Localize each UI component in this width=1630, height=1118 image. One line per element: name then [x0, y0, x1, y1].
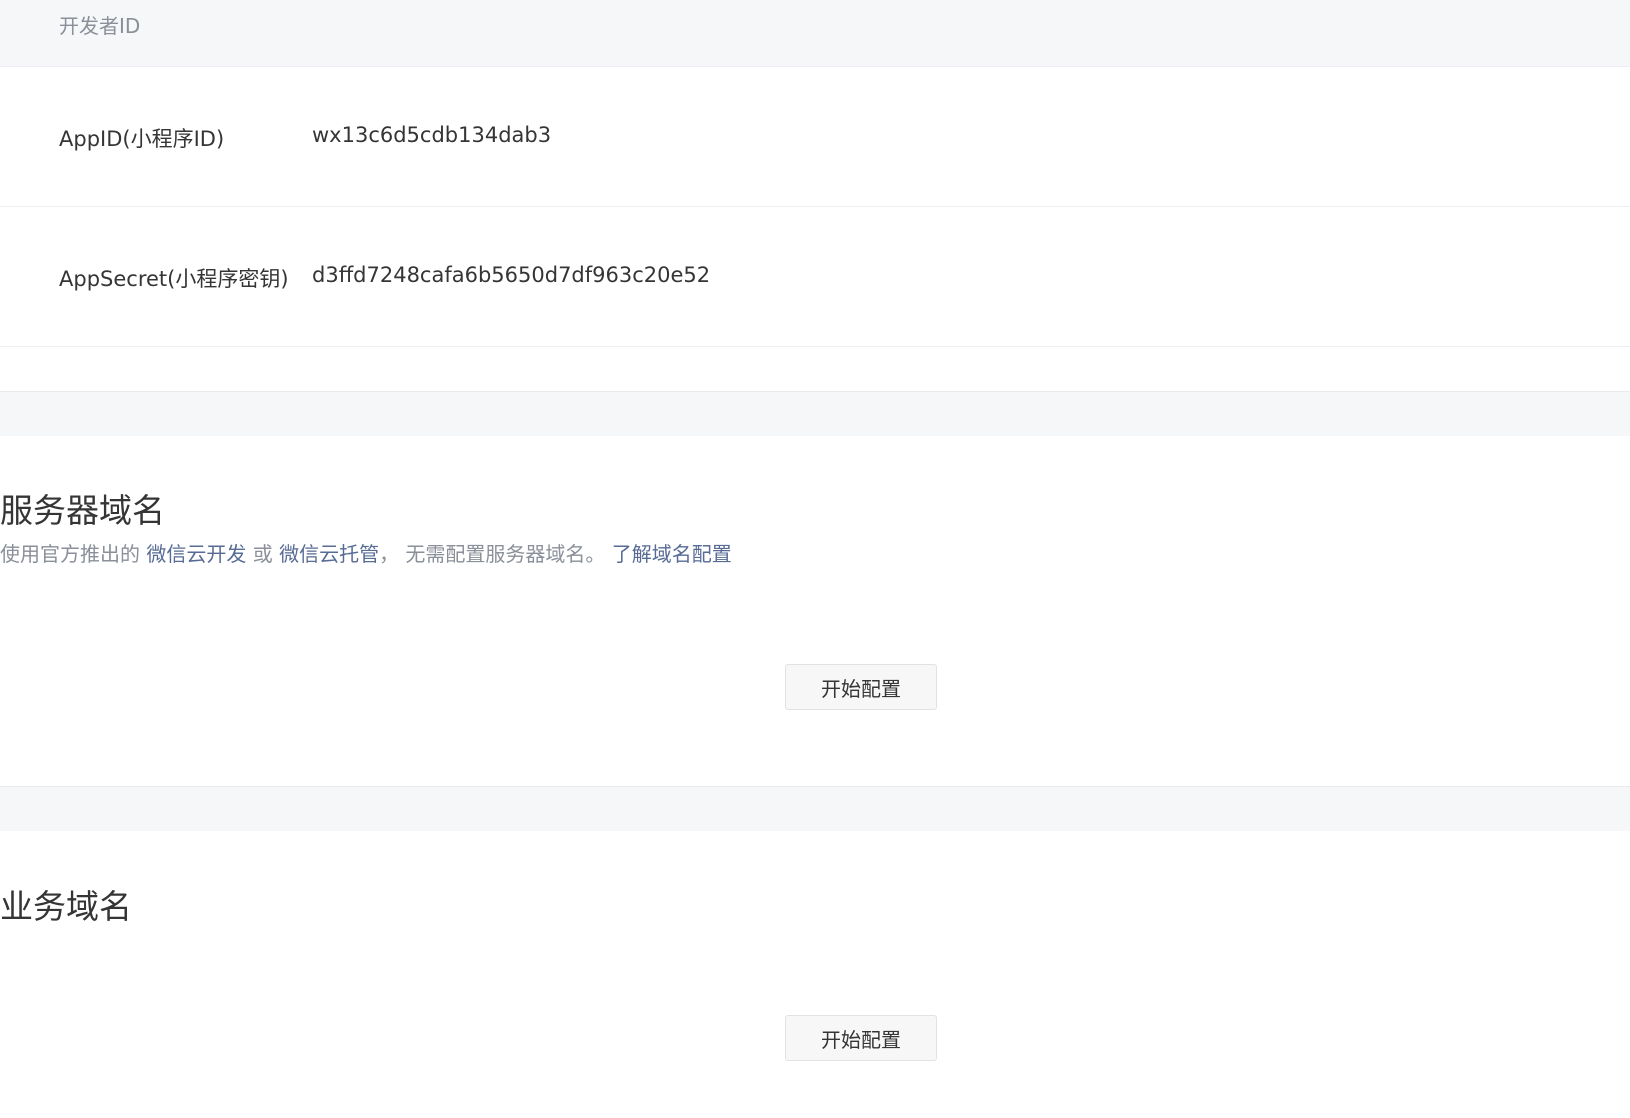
- learn-domain-config-link[interactable]: 了解域名配置: [612, 542, 732, 566]
- description-text: 使用官方推出的: [0, 542, 147, 566]
- appid-label: AppID(小程序ID): [59, 127, 225, 151]
- wechat-cloud-hosting-link[interactable]: 微信云托管: [279, 542, 379, 566]
- description-text: 或: [246, 542, 280, 566]
- appid-value: wx13c6d5cdb134dab3: [312, 123, 552, 147]
- section-separator: [0, 786, 1630, 831]
- server-domain-start-config-button[interactable]: 开始配置: [785, 664, 937, 710]
- appsecret-value: d3ffd7248cafa6b5650d7df963c20e52: [312, 263, 711, 287]
- description-text: ， 无需配置服务器域名。: [379, 542, 612, 566]
- server-domain-title: 服务器域名: [0, 491, 165, 530]
- developer-id-header: 开发者ID: [0, 0, 1630, 67]
- business-domain-start-config-button[interactable]: 开始配置: [785, 1015, 937, 1061]
- wechat-cloud-dev-link[interactable]: 微信云开发: [146, 542, 246, 566]
- appsecret-label: AppSecret(小程序密钥): [59, 267, 289, 291]
- appsecret-row: AppSecret(小程序密钥) d3ffd7248cafa6b5650d7df…: [0, 207, 1630, 347]
- business-domain-title: 业务域名: [0, 887, 132, 926]
- developer-id-label: 开发者ID: [59, 14, 141, 38]
- appid-row: AppID(小程序ID) wx13c6d5cdb134dab3: [0, 67, 1630, 207]
- server-domain-description: 使用官方推出的 微信云开发 或 微信云托管， 无需配置服务器域名。 了解域名配置: [0, 538, 732, 567]
- section-separator: [0, 391, 1630, 436]
